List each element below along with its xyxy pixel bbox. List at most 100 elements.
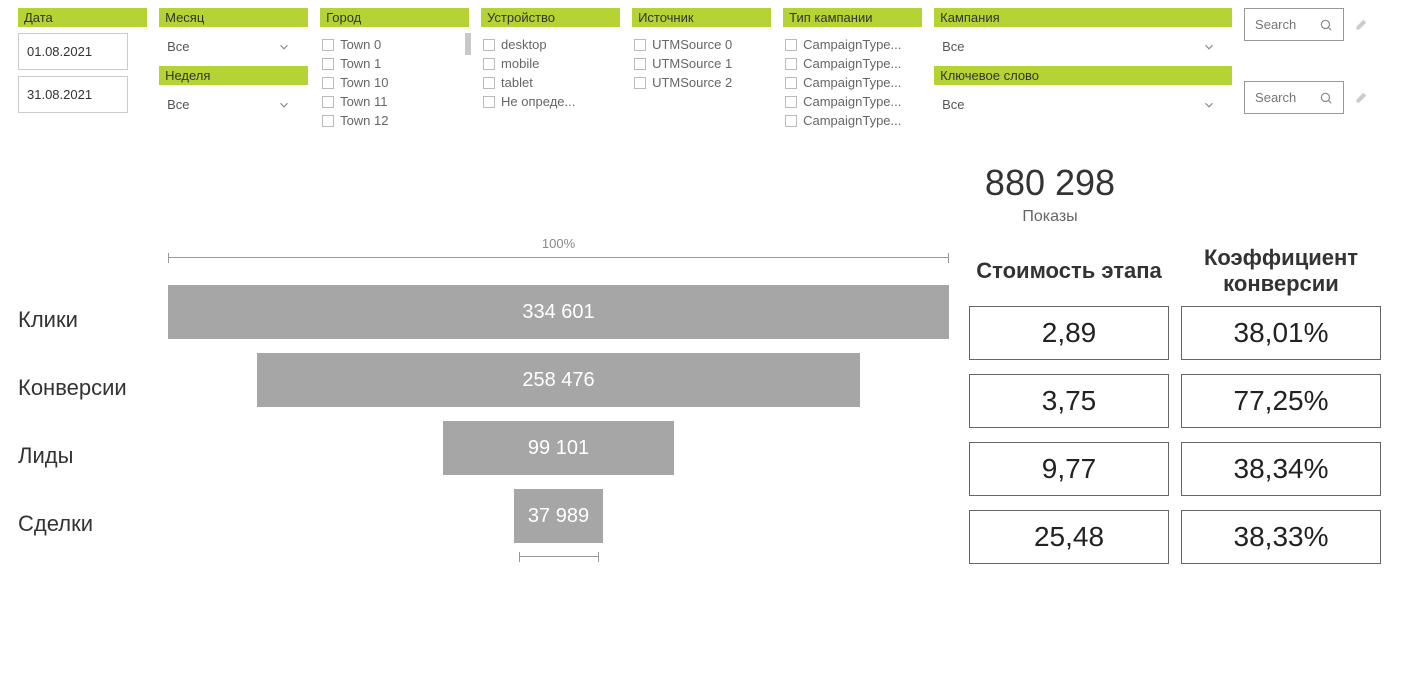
- checkbox[interactable]: [483, 39, 495, 51]
- filter-city-label: Город: [320, 8, 469, 27]
- checkbox[interactable]: [785, 77, 797, 89]
- metric-cell-conversion: 38,33%: [1181, 510, 1381, 564]
- list-item[interactable]: CampaignType...: [785, 94, 920, 109]
- search-box[interactable]: [1244, 8, 1344, 41]
- list-item[interactable]: CampaignType...: [785, 75, 920, 90]
- scrollbar[interactable]: [465, 33, 471, 55]
- list-item-label: UTMSource 0: [652, 37, 732, 52]
- funnel-bar: 334 601: [168, 285, 949, 339]
- checkbox[interactable]: [322, 115, 334, 127]
- campaign-type-list[interactable]: CampaignType... CampaignType... CampaignTy…: [783, 33, 922, 132]
- metric-header-cost: Стоимость этапа: [969, 236, 1169, 306]
- list-item[interactable]: Town 0: [322, 37, 467, 52]
- date-from-input[interactable]: [18, 33, 128, 70]
- checkbox[interactable]: [785, 96, 797, 108]
- checkbox[interactable]: [322, 58, 334, 70]
- filters-bar: Дата Месяц Все Неделя Все Город Town 0To…: [0, 0, 1411, 132]
- filter-campaign-keyword: Кампания Все Ключевое слово Все: [934, 8, 1232, 118]
- checkbox[interactable]: [322, 39, 334, 51]
- filter-month-week: Месяц Все Неделя Все: [159, 8, 308, 118]
- device-list[interactable]: desktop mobile tablet Не опреде...: [481, 33, 620, 113]
- funnel-bar: 37 989: [514, 489, 603, 543]
- list-item[interactable]: Не опреде...: [483, 94, 618, 109]
- list-item[interactable]: Town 12: [322, 113, 467, 128]
- list-item-label: CampaignType...: [803, 113, 901, 128]
- list-item[interactable]: UTMSource 1: [634, 56, 769, 71]
- stage-label: Сделки: [18, 490, 148, 558]
- date-to-input[interactable]: [18, 76, 128, 113]
- checkbox[interactable]: [785, 115, 797, 127]
- eraser-icon[interactable]: [1354, 91, 1368, 105]
- checkbox[interactable]: [785, 58, 797, 70]
- list-item[interactable]: Town 10: [322, 75, 467, 90]
- chevron-down-icon: [277, 98, 291, 112]
- metric-cell-conversion: 77,25%: [1181, 374, 1381, 428]
- list-item[interactable]: UTMSource 0: [634, 37, 769, 52]
- list-item[interactable]: CampaignType...: [785, 56, 920, 71]
- search-input[interactable]: [1255, 17, 1310, 32]
- scale-line-bottom: [519, 556, 599, 557]
- metric-col-cost: Стоимость этапа 2,893,759,7725,48: [969, 236, 1169, 578]
- month-dropdown[interactable]: Все: [159, 33, 299, 60]
- chevron-down-icon: [277, 40, 291, 54]
- checkbox[interactable]: [483, 77, 495, 89]
- list-item-label: desktop: [501, 37, 547, 52]
- source-list[interactable]: UTMSource 0 UTMSource 1 UTMSource 2: [632, 33, 771, 94]
- checkbox[interactable]: [634, 77, 646, 89]
- search-box[interactable]: [1244, 81, 1344, 114]
- list-item-label: Town 0: [340, 37, 381, 52]
- checkbox[interactable]: [634, 39, 646, 51]
- metric-cell-conversion: 38,01%: [1181, 306, 1381, 360]
- list-item-label: Не опреде...: [501, 94, 575, 109]
- list-item-label: Town 10: [340, 75, 388, 90]
- search-icon: [1319, 91, 1333, 105]
- checkbox[interactable]: [634, 58, 646, 70]
- filter-keyword-label: Ключевое слово: [934, 66, 1232, 85]
- list-item[interactable]: tablet: [483, 75, 618, 90]
- search-row-2: [1244, 81, 1393, 114]
- campaign-dropdown[interactable]: Все: [934, 33, 1224, 60]
- list-item-label: UTMSource 2: [652, 75, 732, 90]
- metric-cell-cost: 25,48: [969, 510, 1169, 564]
- funnel-bar-row: 37 989: [168, 482, 949, 550]
- filter-campaign-type-label: Тип кампании: [783, 8, 922, 27]
- list-item-label: mobile: [501, 56, 539, 71]
- keyword-value: Все: [942, 97, 964, 112]
- chevron-down-icon: [1202, 98, 1216, 112]
- kpi-value: 880 298: [900, 162, 1200, 204]
- stage-labels: КликиКонверсииЛидыСделки: [18, 236, 148, 558]
- list-item[interactable]: mobile: [483, 56, 618, 71]
- funnel-bar-row: 334 601: [168, 278, 949, 346]
- week-dropdown[interactable]: Все: [159, 91, 299, 118]
- eraser-icon[interactable]: [1354, 18, 1368, 32]
- funnel-chart: 100% 334 601 258 476 99 101 37 989: [168, 236, 949, 557]
- search-icon: [1319, 18, 1333, 32]
- filter-city: Город Town 0 Town 1 Town 10 Town 11 Town 12: [320, 8, 469, 132]
- month-value: Все: [167, 39, 189, 54]
- checkbox[interactable]: [483, 58, 495, 70]
- keyword-dropdown[interactable]: Все: [934, 91, 1224, 118]
- checkbox[interactable]: [785, 39, 797, 51]
- list-item[interactable]: UTMSource 2: [634, 75, 769, 90]
- search-row-1: [1244, 8, 1393, 41]
- checkbox[interactable]: [322, 96, 334, 108]
- list-item[interactable]: Town 11: [322, 94, 467, 109]
- funnel-bar: 258 476: [257, 353, 860, 407]
- week-value: Все: [167, 97, 189, 112]
- list-item[interactable]: CampaignType...: [785, 37, 920, 52]
- search-input[interactable]: [1255, 90, 1310, 105]
- filter-source-label: Источник: [632, 8, 771, 27]
- funnel-bar: 99 101: [443, 421, 674, 475]
- filter-week-label: Неделя: [159, 66, 308, 85]
- checkbox[interactable]: [483, 96, 495, 108]
- list-item[interactable]: CampaignType...: [785, 113, 920, 128]
- checkbox[interactable]: [322, 77, 334, 89]
- city-list[interactable]: Town 0 Town 1 Town 10 Town 11 Town 12: [320, 33, 469, 132]
- list-item[interactable]: desktop: [483, 37, 618, 52]
- metric-cell-cost: 3,75: [969, 374, 1169, 428]
- scale-label: 100%: [168, 236, 949, 251]
- filter-campaign-label: Кампания: [934, 8, 1232, 27]
- list-item[interactable]: Town 1: [322, 56, 467, 71]
- metric-cell-conversion: 38,34%: [1181, 442, 1381, 496]
- metrics-table: Стоимость этапа 2,893,759,7725,48 Коэффи…: [969, 236, 1381, 578]
